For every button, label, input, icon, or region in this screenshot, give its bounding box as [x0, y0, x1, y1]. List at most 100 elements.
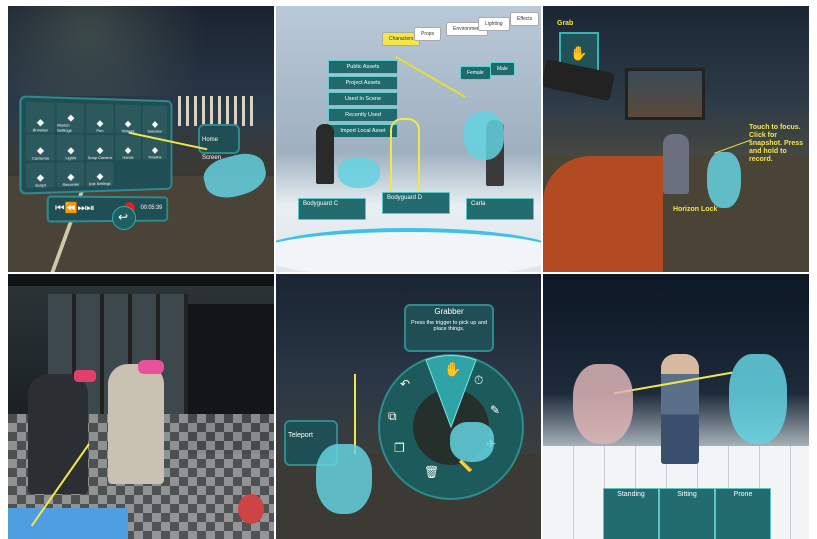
- tool-button[interactable]: ◆ Pen: [86, 103, 114, 134]
- pose-card-standing[interactable]: Standing: [603, 488, 659, 539]
- pointer-ray: [354, 374, 356, 454]
- cubes-icon[interactable]: ⧉: [388, 409, 397, 423]
- pose-card-sitting[interactable]: Sitting: [659, 488, 715, 539]
- asset-source-item[interactable]: Recently Used: [328, 108, 398, 122]
- ceiling: [8, 274, 274, 286]
- asset-source-list: Public Assets Project Assets Used In Scene…: [328, 60, 398, 140]
- horizon-lock-label: Horizon Lock: [673, 206, 718, 213]
- tool-icon: ◆: [96, 118, 104, 129]
- tool-label: Recorder: [62, 181, 80, 188]
- tool-label: Browser: [32, 127, 49, 133]
- character-model-selected: [390, 118, 420, 196]
- tab-lighting[interactable]: Lighting: [478, 17, 510, 31]
- tool-label: Lights: [65, 154, 77, 161]
- grabber-hand-icon[interactable]: ✋: [444, 361, 461, 377]
- tool-button[interactable]: ◆ Selection: [142, 105, 168, 134]
- tool-icon: ◆: [151, 144, 159, 155]
- vr-headset: [74, 370, 96, 382]
- callout-line: [714, 139, 752, 154]
- tool-button[interactable]: ◆ Browser: [25, 101, 55, 133]
- character-card[interactable]: Bodyguard C: [298, 198, 366, 220]
- screenshot-menu-palette: ◆ Browser ◆ Sketch Settings ◆ Pen ◆ Shapes ◆ Sele…: [8, 6, 274, 272]
- left-hand-icon: [338, 158, 380, 188]
- tool-label: Snap Camera: [87, 154, 112, 160]
- tab-effects[interactable]: Effects: [510, 12, 540, 26]
- character-model: [108, 364, 164, 484]
- character-card[interactable]: Bodyguard D: [382, 192, 450, 214]
- tool-icon: ◆: [36, 144, 45, 156]
- tool-button[interactable]: ◆ Lights: [56, 135, 85, 161]
- tab-male[interactable]: Male: [490, 62, 515, 76]
- screenshot-asset-browser: Characters Props Environment Lighting Effect…: [276, 6, 541, 272]
- screenshot-radial-menu: Grabber Press the trigger to pick up and…: [276, 274, 541, 539]
- tool-label: Sketch Settings: [56, 122, 72, 134]
- tool-icon: ◆: [151, 119, 159, 130]
- tool-icon: ◆: [96, 144, 104, 155]
- tool-icon: ◆: [67, 144, 75, 155]
- character-model: [661, 354, 699, 464]
- tool-button[interactable]: ◆ Script: [25, 162, 55, 189]
- picket-fence: [178, 96, 258, 126]
- tool-icon: ◆: [36, 117, 45, 128]
- category-tabs: Characters Props Environment Lighting Effect…: [382, 6, 541, 46]
- camera-body: [543, 59, 616, 101]
- tool-icon: ◆: [67, 171, 75, 182]
- pen-icon[interactable]: ✎: [490, 403, 500, 417]
- stopwatch-icon[interactable]: ⏱: [474, 373, 483, 387]
- trees-background: [8, 6, 274, 96]
- back-button[interactable]: ↩: [112, 206, 136, 230]
- playback-buttons[interactable]: ⏮⏪⏭⏯: [55, 203, 95, 214]
- tab-female[interactable]: Female: [460, 66, 491, 80]
- right-hand-icon: [450, 422, 494, 462]
- snapshot-hint: Touch to focus. Click for snapshot. Pres…: [749, 124, 804, 164]
- screenshot-pose-selection: Standing Sitting Prone: [543, 274, 809, 539]
- pose-card-prone[interactable]: Prone: [715, 488, 771, 539]
- time-display: 00:05:39: [140, 205, 163, 211]
- asset-source-item[interactable]: Public Assets: [328, 60, 398, 74]
- blue-object: [8, 508, 128, 539]
- tool-button[interactable]: ◆ Sketch Settings: [56, 102, 85, 134]
- character-cards: Bodyguard C Bodyguard D Carla: [276, 192, 541, 228]
- tool-label: Selection: [147, 128, 163, 134]
- asset-source-item[interactable]: Import Local Asset: [328, 124, 398, 138]
- copy-icon[interactable]: ❐: [394, 441, 405, 455]
- right-hand-icon: [464, 112, 504, 160]
- tool-grid: ◆ Browser ◆ Sketch Settings ◆ Pen ◆ Shapes ◆ Sele…: [25, 101, 168, 189]
- tool-icon: ◆: [36, 172, 45, 183]
- screenshot-office: [8, 274, 274, 539]
- asset-source-item[interactable]: Project Assets: [328, 76, 398, 90]
- virtual-camera-viewfinder[interactable]: [625, 68, 705, 120]
- trash-icon[interactable]: 🗑: [424, 465, 439, 479]
- tool-button[interactable]: ◆ Snap Camera: [86, 135, 114, 160]
- tool-button[interactable]: ◆ Hands: [115, 135, 141, 160]
- pose-cards: Standing Sitting Prone: [603, 488, 803, 539]
- character-model: [28, 374, 88, 494]
- character-model: [663, 134, 689, 194]
- platform-edge: [276, 228, 541, 272]
- hand-icon: ✋: [570, 45, 588, 61]
- asset-source-item[interactable]: Used In Scene: [328, 92, 398, 106]
- tool-label: Timeline: [148, 154, 162, 160]
- right-hand-icon: [729, 354, 787, 444]
- tool-icon: ◆: [96, 170, 104, 182]
- tool-button[interactable]: ◆ Recorder: [56, 161, 85, 188]
- right-hand-icon: [707, 152, 741, 208]
- tool-icon: ◆: [124, 144, 132, 155]
- screenshot-camera: Grab ✋ Touch to focus. Click for snapsho…: [543, 6, 809, 272]
- tool-button[interactable]: ◆ Shapes: [115, 104, 141, 134]
- tool-icon: ◆: [124, 118, 132, 129]
- tool-label: Cameras: [31, 155, 50, 161]
- pointer-ray: [395, 56, 466, 98]
- tool-button[interactable]: ◆ Cameras: [25, 134, 55, 161]
- tool-label: Script: [34, 182, 46, 188]
- tool-label: Pen: [96, 128, 104, 134]
- tool-menu-panel: ◆ Browser ◆ Sketch Settings ◆ Pen ◆ Shapes ◆ Sele…: [19, 95, 173, 195]
- tool-label: Exit Settings: [89, 180, 111, 187]
- tool-icon: ◆: [67, 112, 75, 123]
- distant-figure: [238, 494, 264, 524]
- tab-props[interactable]: Props: [414, 27, 442, 41]
- character-card[interactable]: Carla: [466, 198, 534, 220]
- tool-button[interactable]: ◆ Exit Settings: [86, 161, 114, 187]
- tool-label: Hands: [122, 154, 134, 160]
- undo-icon[interactable]: ↶: [400, 377, 410, 391]
